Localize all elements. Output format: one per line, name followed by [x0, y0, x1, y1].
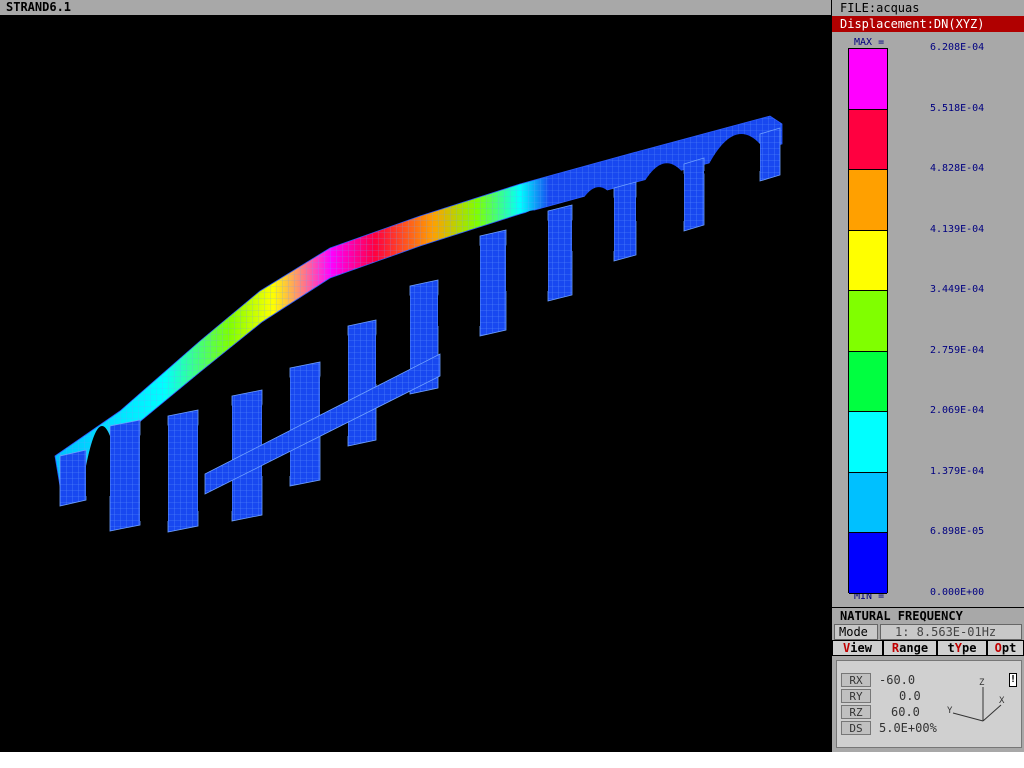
menu-type-button[interactable]: tYpe: [938, 641, 986, 655]
axis-z-label: Z: [979, 678, 985, 688]
axis-triad-icon: Z Y X: [947, 678, 1005, 722]
file-label: FILE:acquas: [840, 1, 920, 15]
mode-row: Mode 1: 8.563E-01Hz: [832, 624, 1024, 640]
rz-label: RZ: [841, 705, 871, 719]
rx-value: -60.0: [879, 673, 916, 687]
strand-app-window: STRAND6.1 FILE:acquas Displacement:DN(XY…: [0, 0, 1024, 752]
mode-value-field[interactable]: 1: 8.563E-01Hz: [880, 624, 1022, 640]
legend-band-7: [849, 472, 887, 534]
rx-label: RX: [841, 673, 871, 687]
legend-value-3: 4.139E-04: [930, 223, 985, 235]
legend-value-7: 1.379E-04: [930, 465, 985, 477]
menu-view-button[interactable]: View: [833, 641, 882, 655]
title-bar: STRAND6.1: [0, 0, 831, 15]
menu-range-button[interactable]: Range: [884, 641, 936, 655]
results-panel: FILE:acquas Displacement:DN(XYZ) MAX = M…: [832, 0, 1024, 752]
legend-band-5: [849, 351, 887, 413]
legend-band-4: [849, 291, 887, 352]
pier-mesh-8: [548, 205, 572, 301]
legend-band-2: [849, 170, 887, 231]
ds-label: DS: [841, 721, 871, 735]
legend-band-6: [849, 412, 887, 473]
legend-value-8: 6.898E-05: [930, 526, 985, 538]
arch-opening-7: [506, 210, 548, 291]
scroll-handle-icon[interactable]: !: [1009, 673, 1017, 687]
pier-mesh-7: [480, 230, 506, 336]
arch-opening-6: [438, 237, 480, 326]
axis-x-label: X: [999, 696, 1005, 706]
ds-value: 5.0E+00%: [879, 721, 937, 735]
pier-mesh-11: [760, 128, 780, 181]
rz-value: 60.0: [891, 705, 920, 719]
window-title: STRAND6.1: [6, 0, 72, 14]
arch-opening-1: [140, 413, 168, 521]
legend-band-0: [849, 49, 887, 110]
legend-value-6: 2.069E-04: [930, 405, 985, 417]
ry-label: RY: [841, 689, 871, 703]
axis-y-label: Y: [947, 706, 953, 716]
arch-opening-2: [198, 394, 232, 511]
aqueduct-model[interactable]: [0, 16, 831, 752]
legend-color-bar: [848, 48, 888, 594]
legend-band-3: [849, 230, 887, 292]
pier-mesh-2: [168, 410, 198, 532]
menu-bar: View Range tYpe Opt: [832, 640, 1024, 656]
result-type-label: Displacement:DN(XYZ): [832, 16, 1024, 32]
legend-band-1: [849, 109, 887, 171]
natural-frequency-header: NATURAL FREQUENCY: [832, 607, 1024, 623]
pier-mesh-10: [684, 158, 704, 231]
model-viewport[interactable]: [0, 16, 831, 752]
bottom-strip: [0, 752, 1024, 768]
ry-value: 0.0: [899, 689, 921, 703]
arch-opening-5: [376, 287, 410, 384]
legend-value-2: 4.828E-04: [930, 163, 985, 175]
legend-value-9: 0.000E+00: [930, 587, 985, 598]
view-rotation-box: RX -60.0 RY 0.0 RZ 60.0 DS 5.0E+00% Z Y: [836, 660, 1022, 748]
legend-value-5: 2.759E-04: [930, 344, 985, 356]
pier-mesh-1: [110, 420, 140, 531]
pier-mesh-5: [348, 320, 376, 446]
legend-value-0: 6.208E-04: [930, 42, 985, 53]
pier-mesh-0: [60, 450, 86, 506]
pier-mesh-9: [614, 182, 636, 261]
legend-value-1: 5.518E-04: [930, 102, 985, 114]
color-legend: MAX = MIN = 6.208E-04 5.518E-04 4.828E-04 4…: [832, 32, 1024, 606]
legend-value-4: 3.449E-04: [930, 284, 985, 296]
menu-opt-button[interactable]: Opt: [988, 641, 1023, 655]
legend-band-8: [849, 533, 887, 594]
mode-label: Mode: [834, 624, 878, 640]
